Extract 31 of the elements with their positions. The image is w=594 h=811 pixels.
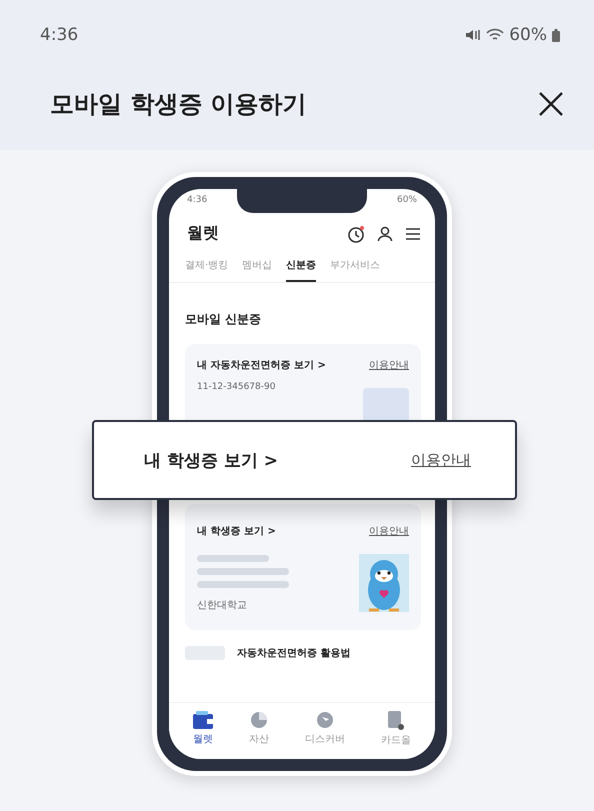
battery-percent: 60% [396, 195, 417, 207]
card-title-link[interactable]: 내 학생증 보기 > [144, 448, 278, 472]
tab[interactable]: 신분증 [286, 258, 316, 282]
menu-icon[interactable] [405, 226, 421, 240]
section-title: 모바일 신분증 [185, 311, 262, 328]
close-icon[interactable] [538, 91, 564, 117]
battery-icon [552, 28, 560, 42]
guide-link[interactable]: 이용안내 [411, 450, 471, 470]
guide-link[interactable]: 이용안내 [369, 358, 409, 372]
nav-item[interactable]: 월렛 [193, 711, 213, 747]
wallet-icon [193, 711, 213, 729]
battery-percent: 60% [509, 25, 547, 45]
status-time: 4:36 [187, 195, 208, 207]
app-title: 월렛 [187, 223, 219, 244]
penguin-drawing [359, 554, 409, 612]
wifi-icon [486, 28, 504, 42]
guide-link[interactable]: 이용안내 [369, 524, 409, 538]
user-icon[interactable] [377, 226, 393, 242]
mute-icon [465, 29, 482, 41]
document-icon [388, 711, 404, 730]
card-title-link[interactable]: 내 학생증 보기 > [197, 524, 276, 538]
compass-icon [316, 711, 334, 729]
skeleton-line [197, 555, 269, 562]
clock-icon[interactable] [347, 224, 365, 242]
card-title-link[interactable]: 내 자동차운전면허증 보기 > [197, 358, 326, 372]
license-number: 11-12-345678-90 [197, 382, 276, 394]
status-time: 4:36 [40, 25, 78, 45]
pie-chart-icon [250, 711, 268, 729]
page-title: 모바일 학생증 이용하기 [50, 89, 307, 120]
banner-title[interactable]: 자동차운전면허증 활용법 [237, 646, 350, 660]
school-name: 신한대학교 [197, 599, 248, 612]
